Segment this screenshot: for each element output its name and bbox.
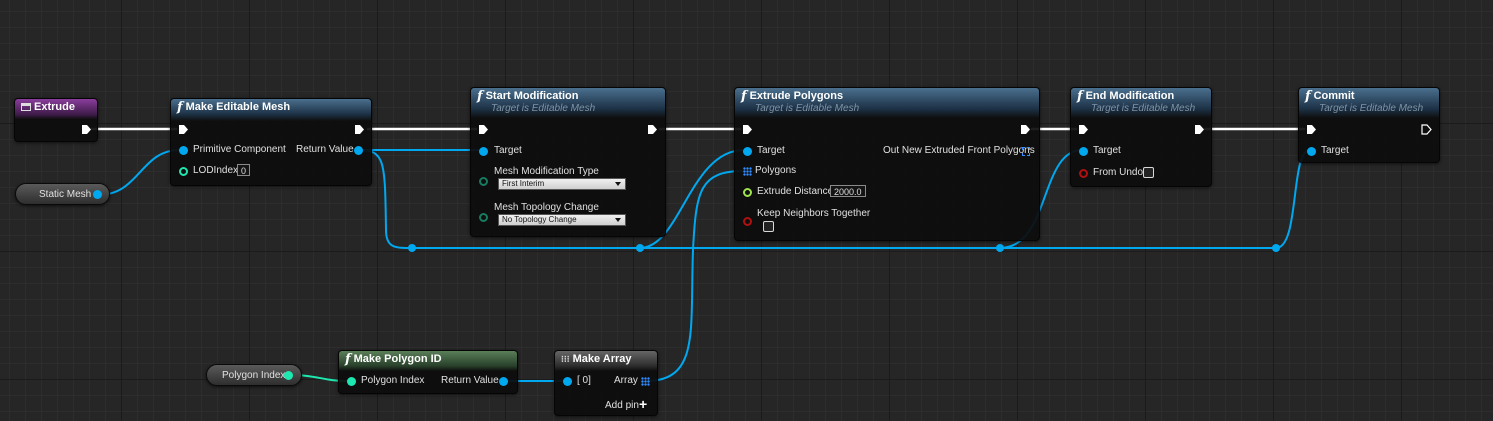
return-value-label: Return Value	[296, 144, 354, 155]
node-make-array[interactable]: ⁝⁝⁝ Make Array [ 0] Array Add pin +	[554, 350, 658, 416]
keep-neighbors-checkbox[interactable]	[763, 221, 774, 232]
exec-out-pin[interactable]	[354, 124, 365, 135]
return-value-label: Return Value	[441, 375, 499, 386]
from-undo-pin[interactable]	[1079, 169, 1088, 178]
exec-out-pin[interactable]	[1020, 124, 1031, 135]
reroute-node	[408, 244, 416, 252]
array-out-pin[interactable]	[1022, 147, 1030, 156]
exec-out-pin[interactable]	[81, 124, 92, 135]
extrude-distance-label: Extrude Distance	[757, 186, 834, 197]
reroute-node	[996, 244, 1004, 252]
item0-label: [ 0]	[577, 375, 591, 386]
node-subtitle: Target is Editable Mesh	[1091, 103, 1196, 114]
exec-in-pin[interactable]	[178, 124, 189, 135]
function-icon: f	[741, 88, 747, 104]
primitive-component-label: Primitive Component	[193, 144, 286, 155]
extrude-distance-pin[interactable]	[743, 188, 752, 197]
target-pin[interactable]	[1079, 147, 1088, 156]
return-value-pin[interactable]	[499, 377, 508, 386]
node-title: Extrude Polygons	[749, 90, 844, 102]
polygon-index-variable[interactable]: Polygon Index	[206, 364, 302, 386]
polygons-array-pin[interactable]	[743, 167, 752, 176]
reroute-node	[1272, 244, 1280, 252]
lod-index-input[interactable]: 0	[237, 164, 251, 176]
chevron-down-icon	[615, 182, 621, 186]
exec-in-pin[interactable]	[742, 124, 753, 135]
object-wire	[97, 149, 181, 196]
mesh-modification-type-dropdown[interactable]: First Interim	[498, 178, 626, 190]
node-title: Make Polygon ID	[353, 353, 442, 365]
array-icon: ⁝⁝⁝	[561, 353, 570, 364]
add-pin-label: Add pin	[605, 400, 639, 411]
node-make-polygon-id[interactable]: f Make Polygon ID Polygon Index Return V…	[338, 350, 518, 394]
node-end-modification[interactable]: f End Modification Target is Editable Me…	[1070, 87, 1212, 187]
target-label: Target	[494, 145, 522, 156]
chevron-down-icon	[615, 218, 621, 222]
from-undo-checkbox[interactable]	[1143, 167, 1154, 178]
node-title: Make Editable Mesh	[185, 101, 291, 113]
mesh-topology-change-pin[interactable]	[479, 213, 488, 222]
add-pin-button[interactable]: +	[639, 396, 647, 412]
from-undo-label: From Undo	[1093, 167, 1144, 178]
function-icon: f	[477, 88, 483, 104]
exec-in-pin[interactable]	[478, 124, 489, 135]
node-make-editable-mesh[interactable]: f Make Editable Mesh Primitive Component…	[170, 98, 372, 186]
node-extrude-polygons[interactable]: f Extrude Polygons Target is Editable Me…	[734, 87, 1040, 241]
lod-index-label: LODIndex	[193, 165, 239, 176]
node-subtitle: Target is Editable Mesh	[1319, 103, 1424, 114]
polygon-index-in-pin[interactable]	[347, 377, 356, 386]
object-wire	[1275, 149, 1311, 249]
lod-index-pin[interactable]	[179, 167, 188, 176]
return-value-pin[interactable]	[354, 146, 363, 155]
event-node-extrude[interactable]: Extrude	[14, 98, 98, 142]
exec-out-pin[interactable]	[647, 124, 658, 135]
extrude-distance-input[interactable]: 2000.0	[830, 185, 866, 197]
function-icon: f	[177, 99, 183, 115]
target-label: Target	[1321, 145, 1349, 156]
target-pin[interactable]	[1307, 147, 1316, 156]
node-commit[interactable]: f Commit Target is Editable Mesh Target	[1298, 87, 1440, 163]
node-title: Make Array	[572, 353, 632, 365]
reroute-node	[636, 244, 644, 252]
node-title: Commit	[1313, 90, 1355, 102]
item0-pin[interactable]	[563, 377, 572, 386]
function-icon: f	[1305, 88, 1311, 104]
polygon-index-out-pin[interactable]	[284, 371, 293, 380]
target-pin[interactable]	[479, 147, 488, 156]
target-label: Target	[757, 145, 785, 156]
exec-out-pin[interactable]	[1194, 124, 1205, 135]
target-pin[interactable]	[743, 147, 752, 156]
function-icon: f	[345, 351, 351, 367]
exec-out-pin[interactable]	[1421, 124, 1432, 135]
mesh-modification-type-label: Mesh Modification Type	[494, 166, 599, 177]
array-label: Array	[614, 375, 638, 386]
static-mesh-out-pin[interactable]	[93, 190, 102, 199]
polygon-index-label: Polygon Index	[222, 370, 286, 381]
out-new-extruded-front-polygons-label: Out New Extruded Front Polygons	[883, 145, 1035, 156]
event-icon	[21, 103, 31, 111]
static-mesh-variable[interactable]: Static Mesh	[15, 183, 110, 205]
polygon-index-label: Polygon Index	[361, 375, 425, 386]
array-out-pin[interactable]	[641, 377, 650, 386]
node-title: End Modification	[1085, 90, 1175, 102]
exec-in-pin[interactable]	[1306, 124, 1317, 135]
mesh-topology-change-label: Mesh Topology Change	[494, 202, 599, 213]
static-mesh-label: Static Mesh	[39, 189, 92, 200]
polygons-label: Polygons	[755, 165, 797, 176]
mesh-topology-change-dropdown[interactable]: No Topology Change	[498, 214, 626, 226]
primitive-component-pin[interactable]	[179, 146, 188, 155]
keep-neighbors-pin[interactable]	[743, 217, 752, 226]
function-icon: f	[1077, 88, 1083, 104]
node-subtitle: Target is Editable Mesh	[755, 103, 860, 114]
node-title: Start Modification	[485, 90, 579, 102]
node-subtitle: Target is Editable Mesh	[491, 103, 596, 114]
target-label: Target	[1093, 145, 1121, 156]
node-start-modification[interactable]: f Start Modification Target is Editable …	[470, 87, 666, 237]
mesh-modification-type-pin[interactable]	[479, 177, 488, 186]
event-title: Extrude	[34, 101, 75, 113]
keep-neighbors-label: Keep Neighbors Together	[757, 208, 871, 219]
exec-in-pin[interactable]	[1078, 124, 1089, 135]
